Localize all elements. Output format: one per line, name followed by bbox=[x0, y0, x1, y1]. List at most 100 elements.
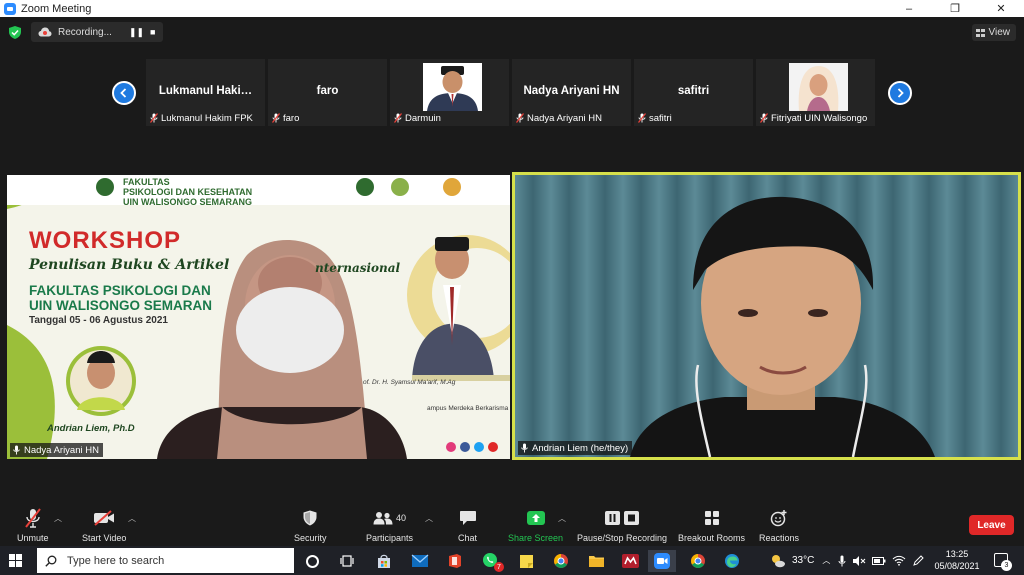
participants-icon bbox=[373, 512, 393, 525]
participant-name-label: Nadya Ariyani HN bbox=[516, 112, 602, 124]
minimize-button[interactable]: – bbox=[886, 0, 932, 17]
share-screen-button[interactable]: Share Screen bbox=[508, 508, 563, 543]
taskbar-app-chrome-2[interactable] bbox=[684, 550, 712, 572]
cloud-record-icon bbox=[38, 27, 52, 37]
mic-muted-icon bbox=[24, 508, 41, 528]
whatsapp-badge: 7 bbox=[494, 562, 504, 572]
mic-icon bbox=[13, 445, 20, 455]
meeting-top-bar: Recording... ❚❚ ■ View bbox=[0, 17, 1024, 47]
search-icon bbox=[45, 555, 57, 567]
poster-subtitle-end: nternasional bbox=[315, 261, 401, 275]
audio-options-caret[interactable]: ︿ bbox=[54, 513, 62, 524]
meeting-toolbar: Unmute ︿ Start Video ︿ Security 40 Parti… bbox=[0, 504, 1024, 546]
participants-button[interactable]: 40 Participants bbox=[366, 508, 413, 543]
shield-check-icon[interactable] bbox=[9, 26, 21, 39]
video-options-caret[interactable]: ︿ bbox=[128, 513, 136, 524]
participant-thumbnail[interactable]: safitri safitri bbox=[634, 59, 753, 126]
store-bag-icon bbox=[378, 554, 390, 568]
notification-count: 3 bbox=[1001, 560, 1012, 571]
mic-muted-icon bbox=[394, 113, 402, 123]
participants-options-caret[interactable]: ︿ bbox=[425, 513, 433, 524]
chat-button[interactable]: Chat bbox=[458, 508, 477, 543]
participant-display-name: safitri bbox=[677, 85, 710, 97]
taskbar-app-zoom[interactable] bbox=[648, 550, 676, 572]
video-tile-nadya[interactable]: FAKULTAS PSIKOLOGI DAN KESEHATAN UIN WAL… bbox=[7, 175, 510, 459]
participant-thumbnail[interactable]: Lukmanul Haki… Lukmanul Hakim FPK bbox=[146, 59, 265, 126]
volume-muted-icon[interactable] bbox=[852, 555, 866, 567]
zoom-app-icon bbox=[654, 553, 670, 569]
tray-overflow-caret[interactable]: ︿ bbox=[822, 555, 830, 566]
share-options-caret[interactable]: ︿ bbox=[558, 513, 566, 524]
window-controls: – ❐ ✕ bbox=[886, 0, 1024, 17]
breakout-rooms-button[interactable]: Breakout Rooms bbox=[678, 508, 745, 543]
taskbar-app-chrome[interactable] bbox=[547, 550, 575, 572]
office-icon bbox=[449, 554, 461, 568]
folder-icon bbox=[588, 556, 604, 567]
participant-thumbnail[interactable]: faro faro bbox=[268, 59, 387, 126]
pen-tray-icon[interactable] bbox=[912, 554, 925, 567]
taskbar-app-whatsapp[interactable]: 7 bbox=[477, 550, 505, 572]
poster-workshop-title: WORKSHOP bbox=[29, 227, 181, 254]
cortana-circle-icon bbox=[305, 554, 319, 568]
start-video-button[interactable]: Start Video bbox=[82, 508, 126, 543]
mendeley-icon bbox=[621, 554, 639, 568]
pause-stop-recording-button[interactable]: Pause/Stop Recording bbox=[577, 508, 667, 543]
chevron-right-icon bbox=[897, 88, 904, 98]
stop-recording-button[interactable]: ■ bbox=[150, 27, 155, 37]
close-button[interactable]: ✕ bbox=[978, 0, 1024, 17]
search-input[interactable] bbox=[67, 554, 287, 567]
taskbar-app-file-explorer[interactable] bbox=[582, 550, 610, 572]
battery-icon[interactable] bbox=[872, 556, 886, 566]
chevron-left-icon bbox=[120, 88, 127, 98]
taskbar-app-office[interactable] bbox=[441, 550, 469, 572]
poster-professor: of. Dr. H. Syamsul Ma'arif, M.Ag bbox=[363, 379, 456, 386]
chrome-icon bbox=[691, 554, 705, 568]
microphone-tray-icon[interactable] bbox=[838, 555, 846, 567]
taskbar-app-mail[interactable] bbox=[406, 550, 434, 572]
participant-thumbnail[interactable]: Darmuin bbox=[390, 59, 509, 126]
task-view-button[interactable] bbox=[333, 550, 361, 572]
notifications-button[interactable]: 3 bbox=[994, 553, 1012, 571]
taskbar-app-edge[interactable] bbox=[718, 550, 746, 572]
taskbar-search[interactable] bbox=[37, 548, 294, 573]
unmute-button[interactable]: Unmute bbox=[17, 508, 49, 543]
previous-page-button[interactable] bbox=[112, 81, 136, 105]
edge-icon bbox=[725, 554, 739, 568]
reactions-button[interactable]: Reactions bbox=[759, 508, 799, 543]
participant-name-label: Nadya Ariyani HN bbox=[10, 443, 103, 457]
shield-icon bbox=[303, 510, 317, 526]
next-page-button[interactable] bbox=[888, 81, 912, 105]
participant-photo bbox=[423, 63, 482, 111]
grid-view-icon bbox=[975, 28, 985, 37]
participant-display-name: Lukmanul Haki… bbox=[158, 85, 253, 97]
wifi-icon[interactable] bbox=[892, 555, 906, 566]
participants-count: 40 bbox=[396, 513, 407, 523]
taskbar-clock[interactable]: 13:25 05/08/2021 bbox=[928, 548, 986, 572]
recording-label: Recording... bbox=[58, 26, 112, 38]
participant-thumbnail[interactable]: Nadya Ariyani HN Nadya Ariyani HN bbox=[512, 59, 631, 126]
taskbar-app-sticky-notes[interactable] bbox=[512, 550, 540, 572]
taskbar-app-mendeley[interactable] bbox=[616, 550, 644, 572]
participant-name-label: Lukmanul Hakim FPK bbox=[150, 112, 253, 124]
view-button[interactable]: View bbox=[971, 24, 1016, 41]
mic-muted-icon bbox=[638, 113, 646, 123]
windows-taskbar: 7 bbox=[0, 546, 1024, 575]
video-tile-andrian[interactable]: Andrian Liem (he/they) bbox=[512, 172, 1021, 460]
security-button[interactable]: Security bbox=[294, 508, 327, 543]
participant-thumbnail[interactable]: Fitriyati UIN Walisongo bbox=[756, 59, 875, 126]
maximize-button[interactable]: ❐ bbox=[932, 0, 978, 17]
leave-button[interactable]: Leave bbox=[969, 515, 1014, 535]
taskbar-app-store[interactable] bbox=[370, 550, 398, 572]
participant-name-label: safitri bbox=[638, 112, 672, 124]
video-off-icon bbox=[94, 510, 115, 526]
participant-name-label: Fitriyati UIN Walisongo bbox=[760, 112, 867, 124]
pause-stop-icon bbox=[605, 511, 640, 525]
participant-name-label: Darmuin bbox=[394, 112, 441, 124]
poster-date: Tanggal 05 - 06 Agustus 2021 bbox=[29, 315, 168, 326]
zoom-window: Zoom Meeting – ❐ ✕ Recording... ❚❚ ■ Vie… bbox=[0, 0, 1024, 575]
participant-name-label: Andrian Liem (he/they) bbox=[518, 441, 633, 455]
cortana-button[interactable] bbox=[298, 550, 326, 572]
windows-start-icon[interactable] bbox=[9, 554, 22, 567]
clock-date: 05/08/2021 bbox=[934, 561, 980, 571]
pause-recording-button[interactable]: ❚❚ bbox=[129, 27, 144, 38]
